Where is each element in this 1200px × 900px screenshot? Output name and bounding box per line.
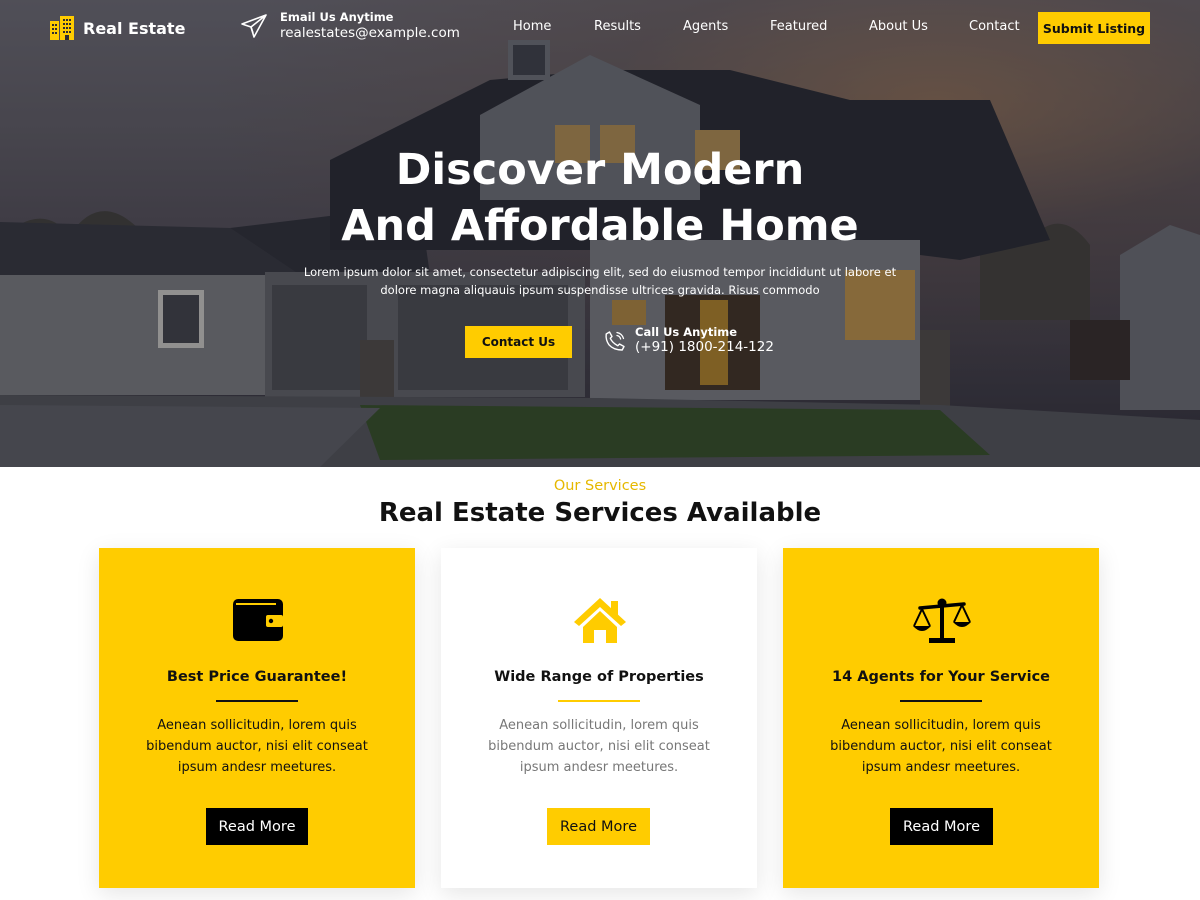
nav-featured[interactable]: Featured bbox=[770, 19, 827, 34]
service-card-price: Best Price Guarantee! Aenean sollicitudi… bbox=[99, 548, 415, 888]
paper-plane-icon bbox=[241, 14, 267, 38]
brand-logo[interactable]: Real Estate bbox=[49, 15, 185, 41]
call-label: Call Us Anytime bbox=[635, 325, 738, 339]
house-icon bbox=[574, 598, 626, 643]
hero-description: Lorem ipsum dolor sit amet, consectetur … bbox=[303, 265, 897, 297]
read-more-button[interactable]: Read More bbox=[890, 808, 993, 845]
card-title: Best Price Guarantee! bbox=[166, 669, 348, 685]
wallet-icon bbox=[233, 599, 283, 641]
services-title: Real Estate Services Available bbox=[378, 498, 822, 528]
call-number[interactable]: (+91) 1800-214-122 bbox=[635, 339, 774, 356]
card-divider bbox=[900, 700, 982, 702]
contact-us-button[interactable]: Contact Us bbox=[465, 326, 572, 358]
balance-scale-icon bbox=[913, 598, 971, 643]
nav-home[interactable]: Home bbox=[513, 19, 551, 34]
submit-listing-button[interactable]: Submit Listing bbox=[1038, 12, 1150, 44]
hero-title: Discover Modern And Affordable Home bbox=[0, 142, 1200, 254]
nav-contact[interactable]: Contact bbox=[969, 19, 1020, 34]
hero-title-line-2: And Affordable Home bbox=[341, 201, 859, 251]
nav-about-us[interactable]: About Us bbox=[869, 19, 928, 34]
phone-icon bbox=[605, 330, 625, 351]
nav-agents[interactable]: Agents bbox=[683, 19, 728, 34]
hero-section: Real Estate Email Us Anytime realestates… bbox=[0, 0, 1200, 467]
card-divider bbox=[558, 700, 640, 702]
building-icon bbox=[50, 16, 74, 40]
email-contact: Email Us Anytime realestates@example.com bbox=[240, 10, 460, 41]
top-nav-bar: Real Estate Email Us Anytime realestates… bbox=[0, 0, 1200, 56]
card-text: Aenean sollicitudin, lorem quis bibendum… bbox=[830, 718, 1052, 775]
card-text: Aenean sollicitudin, lorem quis bibendum… bbox=[488, 718, 710, 775]
card-title: Wide Range of Properties bbox=[494, 669, 704, 685]
card-title: 14 Agents for Your Service bbox=[832, 669, 1050, 685]
card-text: Aenean sollicitudin, lorem quis bibendum… bbox=[146, 718, 368, 775]
card-divider bbox=[216, 700, 298, 702]
email-address[interactable]: realestates@example.com bbox=[280, 25, 460, 41]
brand-name: Real Estate bbox=[83, 18, 186, 38]
nav-results[interactable]: Results bbox=[594, 19, 641, 34]
service-card-agents: 14 Agents for Your Service Aenean sollic… bbox=[783, 548, 1099, 888]
hero-title-line-1: Discover Modern bbox=[395, 145, 805, 195]
email-label: Email Us Anytime bbox=[280, 10, 394, 24]
service-card-properties: Wide Range of Properties Aenean sollicit… bbox=[441, 548, 757, 888]
services-eyebrow: Our Services bbox=[553, 478, 647, 494]
read-more-button[interactable]: Read More bbox=[547, 808, 650, 845]
call-contact: Call Us Anytime (+91) 1800-214-122 bbox=[603, 325, 774, 356]
read-more-button[interactable]: Read More bbox=[206, 808, 308, 845]
